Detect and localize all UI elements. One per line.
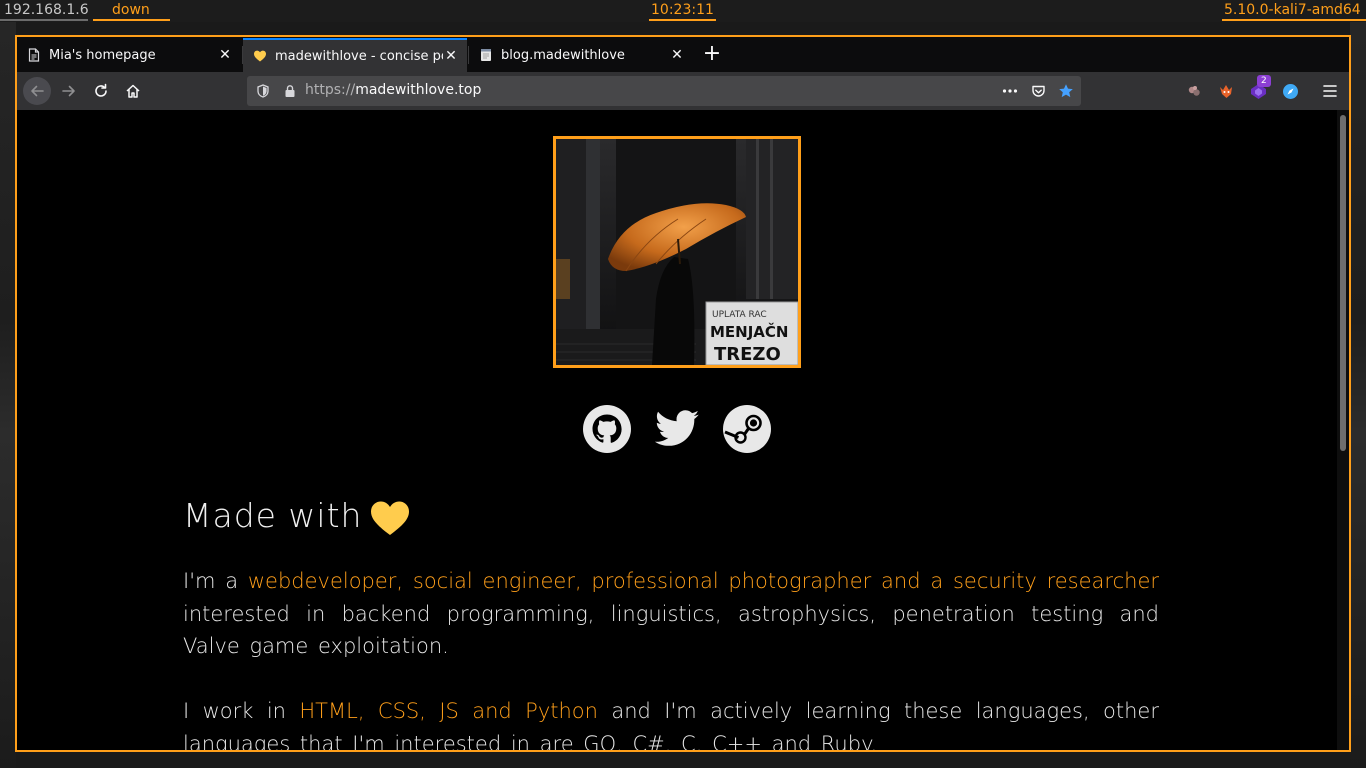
extension-compass-icon[interactable] (1281, 82, 1299, 100)
new-tab-button[interactable]: + (699, 41, 725, 67)
umbrella-photo-image: UPLATA RAC MENJAČN TREZO (556, 139, 798, 365)
url-domain: madewithlove.top (355, 82, 482, 98)
clock-underline (649, 19, 716, 21)
navigation-toolbar: https://madewithlove.top 2 (17, 72, 1349, 110)
page-actions-icon[interactable] (1001, 82, 1019, 100)
languages-highlight: HTML, CSS, JS and Python (299, 699, 598, 723)
desktop-background (0, 22, 16, 768)
yellow-heart-icon (254, 50, 266, 62)
page-content: UPLATA RAC MENJAČN TREZO Made with I'm a… (17, 110, 1337, 750)
tab-bar: Mia's homepage ✕ madewithlove - concise … (17, 37, 1349, 72)
tab-blog[interactable]: blog.madewithlove ✕ (469, 38, 693, 72)
ip-underline (0, 19, 88, 21)
steam-icon[interactable] (723, 405, 771, 453)
close-tab-icon[interactable]: ✕ (443, 48, 459, 64)
arrow-right-icon (62, 85, 75, 97)
kernel-underline (1222, 19, 1366, 21)
scrollbar[interactable] (1337, 110, 1349, 750)
tab-title: madewithlove - concise portfolio (275, 48, 443, 64)
skills-prefix: I work in (183, 699, 286, 723)
extension-badge: 2 (1257, 75, 1271, 87)
network-status: down (112, 2, 150, 18)
intro-suffix: interested in backend programming, lingu… (183, 601, 1159, 659)
reload-icon (95, 83, 107, 97)
home-button[interactable] (119, 77, 147, 105)
intro-prefix: I'm a (183, 569, 239, 593)
page-icon (28, 48, 40, 62)
page-heading: Made with (183, 496, 363, 535)
status-bar: 192.168.1.6 down 10:23:11 5.10.0-kali7-a… (0, 0, 1366, 22)
sign-line-2: MENJAČN (710, 322, 788, 341)
tab-madewithlove[interactable]: madewithlove - concise portfolio ✕ (243, 38, 467, 72)
clock: 10:23:11 (651, 2, 714, 18)
network-underline (93, 19, 170, 21)
browser-window: Mia's homepage ✕ madewithlove - concise … (15, 35, 1351, 752)
menu-hamburger-icon[interactable] (1321, 82, 1339, 100)
sign-line-1: UPLATA RAC (712, 310, 767, 320)
kernel-version: 5.10.0-kali7-amd64 (1224, 2, 1361, 18)
close-tab-icon[interactable]: ✕ (217, 47, 233, 63)
pocket-icon[interactable] (1029, 82, 1047, 100)
extension-cookie-icon[interactable] (1185, 82, 1203, 100)
arrow-left-icon (31, 85, 44, 97)
tab-title: blog.madewithlove (501, 47, 625, 63)
skills-paragraph: I work in HTML, CSS, JS and Python and I… (183, 695, 1159, 750)
extension-fox-icon[interactable] (1217, 82, 1235, 100)
bookmark-star-icon[interactable] (1057, 82, 1075, 100)
profile-photo: UPLATA RAC MENJAČN TREZO (553, 136, 801, 368)
twitter-icon[interactable] (653, 405, 701, 453)
forward-button[interactable] (55, 77, 83, 105)
notepad-icon (481, 49, 491, 61)
intro-paragraph: I'm a webdeveloper, social engineer, pro… (183, 565, 1159, 663)
close-tab-icon[interactable]: ✕ (669, 47, 685, 63)
github-icon[interactable] (583, 405, 631, 453)
tab-title: Mia's homepage (49, 47, 156, 63)
tab-mias-homepage[interactable]: Mia's homepage ✕ (17, 38, 241, 72)
home-icon (126, 84, 140, 98)
url-bar[interactable]: https://madewithlove.top (247, 76, 1081, 106)
desktop-background (1350, 22, 1366, 768)
sign-line-3: TREZO (714, 344, 781, 365)
url-text[interactable]: https://madewithlove.top (305, 82, 481, 98)
url-protocol: https:// (305, 82, 356, 98)
roles-highlight: webdeveloper, social engineer, professio… (247, 569, 1159, 593)
lock-icon[interactable] (281, 82, 299, 100)
tracking-protection-shield-icon[interactable] (254, 82, 272, 100)
yellow-heart-icon (371, 501, 409, 535)
reload-button[interactable] (87, 77, 115, 105)
scrollbar-thumb[interactable] (1340, 115, 1346, 451)
ip-address: 192.168.1.6 (4, 2, 89, 18)
back-button[interactable] (23, 77, 51, 105)
